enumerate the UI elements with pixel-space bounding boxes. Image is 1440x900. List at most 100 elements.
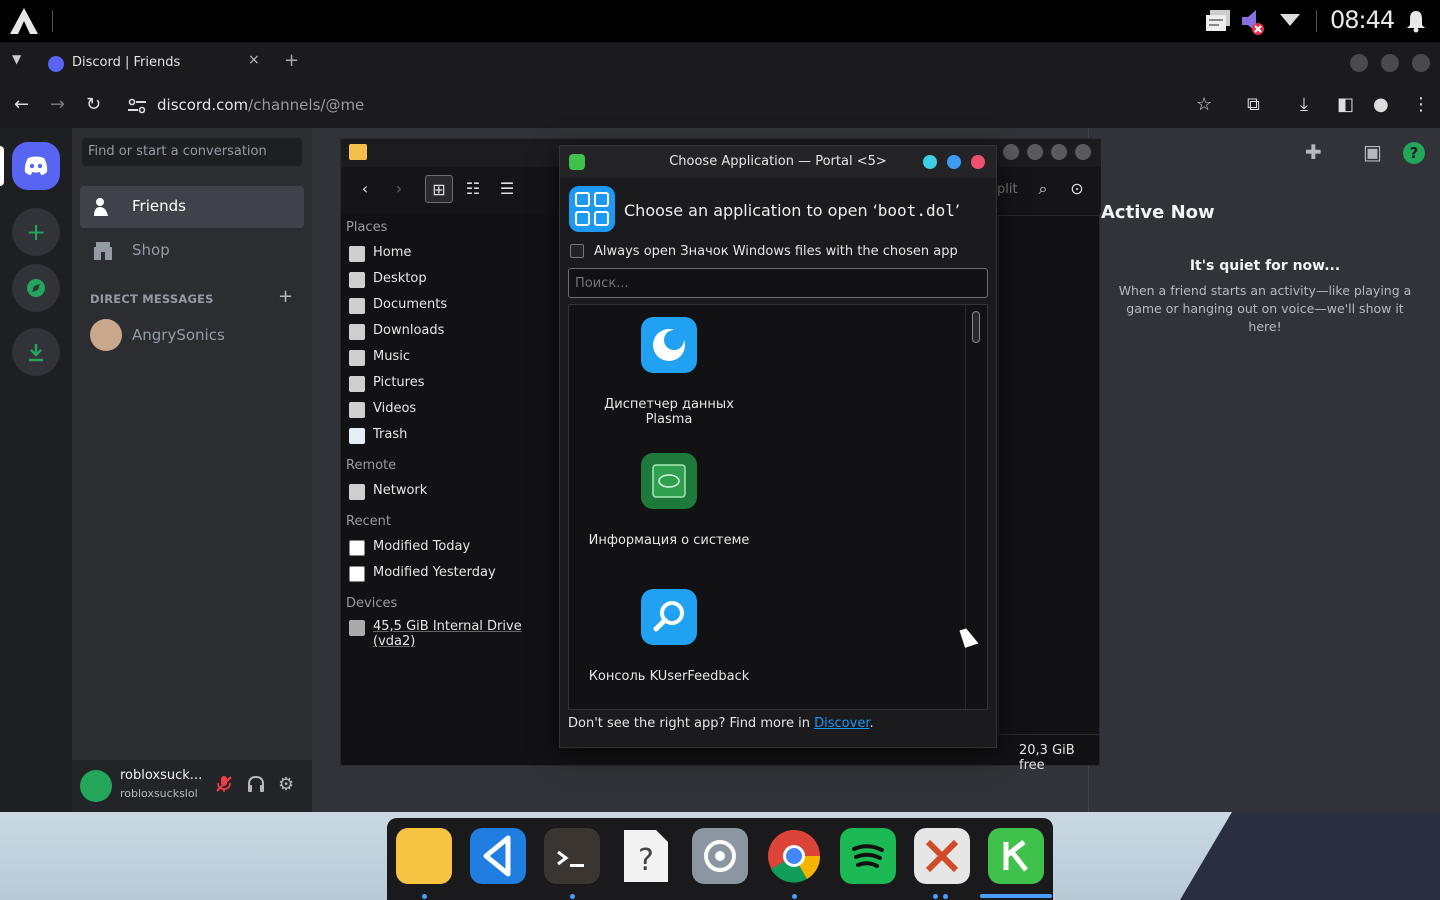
notifications-bell-icon[interactable] [1404,9,1428,33]
place-label: Music [373,349,410,364]
icons-view-icon[interactable]: ⊞ [425,175,453,203]
discord-home-button[interactable] [12,142,60,190]
dock-running-indicator [422,894,427,899]
tab-discord-friends[interactable]: Discord | Friends × [38,48,270,80]
compact-view-icon[interactable]: ☷ [459,175,487,203]
reload-icon[interactable]: ↻ [86,94,101,115]
mic-muted-icon[interactable] [214,774,234,794]
file-view-pane[interactable] [998,215,1100,735]
xiaomi-tool-dock-icon[interactable] [914,828,970,884]
notes-icon[interactable] [1204,8,1232,34]
spotify-dock-icon[interactable] [840,828,896,884]
inbox-icon[interactable]: ▣ [1363,140,1382,164]
place-network[interactable]: Network [347,479,553,503]
top-bar-separator [52,10,53,32]
nav-friends[interactable]: Friends [80,186,304,228]
fm-menu-icon[interactable]: ⊙ [1063,175,1091,203]
user-avatar[interactable] [80,770,112,802]
system-settings-dock-icon[interactable] [692,828,748,884]
app-launcher-icon[interactable] [8,6,40,36]
nav-shop[interactable]: Shop [80,230,304,272]
forward-arrow-icon[interactable]: → [50,94,65,115]
user-display-name[interactable]: robloxsuck... [120,768,202,783]
address-bar[interactable]: discord.com/channels/@me [157,96,364,114]
back-arrow-icon[interactable]: ← [14,94,29,115]
always-open-checkbox[interactable] [570,244,584,258]
details-view-icon[interactable]: ☰ [493,175,521,203]
window-close-button[interactable] [1412,54,1430,72]
place-label: Desktop [373,271,427,286]
dialog-minimize-button[interactable] [923,155,937,169]
app-search-input[interactable] [568,268,988,298]
place-home[interactable]: Home [347,241,553,265]
window-minimize-button[interactable] [1350,54,1368,72]
place-documents[interactable]: Documents [347,293,553,317]
side-panel-icon[interactable]: ◧ [1337,94,1354,115]
fm-back-icon[interactable]: ‹ [351,175,379,203]
fm-window-button-3[interactable] [1051,144,1067,160]
site-settings-icon[interactable] [128,98,146,114]
calendar-icon [349,566,365,582]
split-button-label[interactable]: plit [997,182,1018,197]
downloads-icon[interactable]: ⤓ [1300,94,1308,115]
vscode-dock-icon[interactable] [470,828,526,884]
scrollbar-thumb[interactable] [972,311,980,343]
extensions-puzzle-icon[interactable]: ⧉ [1247,94,1260,115]
profile-icon[interactable]: ● [1373,94,1389,115]
network-dropdown-icon[interactable] [1280,14,1300,28]
user-settings-gear-icon[interactable]: ⚙ [278,774,294,795]
chrome-dock-icon[interactable] [766,828,822,884]
fm-forward-icon[interactable]: › [385,175,413,203]
files-dock-icon[interactable] [396,828,452,884]
discover-link[interactable]: Discover [814,716,869,731]
dm-item[interactable]: AngrySonics [80,314,304,356]
terminal-dock-icon[interactable] [544,828,600,884]
application-list[interactable]: Диспетчер данных Plasma Информация о сис… [568,304,988,710]
system-clock[interactable]: 08:44 [1330,6,1395,34]
place-videos[interactable]: Videos [347,397,553,421]
kde-connect-dock-icon[interactable] [988,828,1044,884]
fm-window-button-1[interactable] [1003,144,1019,160]
download-apps-button[interactable] [12,328,60,376]
active-now-quiet: It's quiet for now... [1189,258,1341,274]
place-downloads[interactable]: Downloads [347,319,553,343]
volume-muted-icon[interactable] [1240,8,1266,36]
fm-window-button-4[interactable] [1075,144,1091,160]
place-music[interactable]: Music [347,345,553,369]
help-icon[interactable]: ? [1403,142,1425,164]
network-icon [349,484,365,500]
find-conversation-button[interactable]: Find or start a conversation [82,138,302,166]
bookmark-star-icon[interactable]: ☆ [1196,94,1212,115]
place-pictures[interactable]: Pictures [347,371,553,395]
tab-close-icon[interactable]: × [248,52,260,68]
tab-search-chevron-icon[interactable]: ▼ [12,52,21,66]
app-list-scrollbar[interactable] [965,305,987,709]
recent-modified-today[interactable]: Modified Today [347,535,553,559]
recent-modified-yesterday[interactable]: Modified Yesterday [347,561,553,585]
fm-search-icon[interactable]: ⌕ [1029,175,1057,203]
place-desktop[interactable]: Desktop [347,267,553,291]
fm-window-button-2[interactable] [1027,144,1043,160]
discover-servers-button[interactable] [12,264,60,312]
unknown-file-dock-icon[interactable]: ? [618,828,674,884]
browser-menu-icon[interactable]: ⋮ [1412,94,1430,115]
place-label: Home [373,245,412,260]
window-maximize-button[interactable] [1381,54,1399,72]
place-label: Documents [373,297,448,312]
place-trash[interactable]: Trash [347,423,553,447]
dock-running-indicator [943,894,948,899]
create-dm-button[interactable]: + [278,286,293,307]
new-tab-button[interactable]: + [284,50,299,71]
new-group-dm-icon[interactable]: ✚ [1305,140,1322,164]
add-server-button[interactable]: + [12,208,60,256]
dialog-close-button[interactable] [971,155,985,169]
friends-wave-icon [94,198,108,216]
device-internal-drive[interactable]: 45,5 GiB Internal Drive (vda2) [347,615,553,649]
headphones-icon[interactable] [246,774,266,794]
always-open-label[interactable]: Always open Значок Windows files with th… [594,244,958,259]
place-label: 45,5 GiB Internal Drive (vda2) [373,619,522,649]
dm-name: AngrySonics [132,326,225,344]
app-name: Информация о системе [588,533,750,548]
url-host: discord.com [157,96,249,114]
dialog-maximize-button[interactable] [947,155,961,169]
